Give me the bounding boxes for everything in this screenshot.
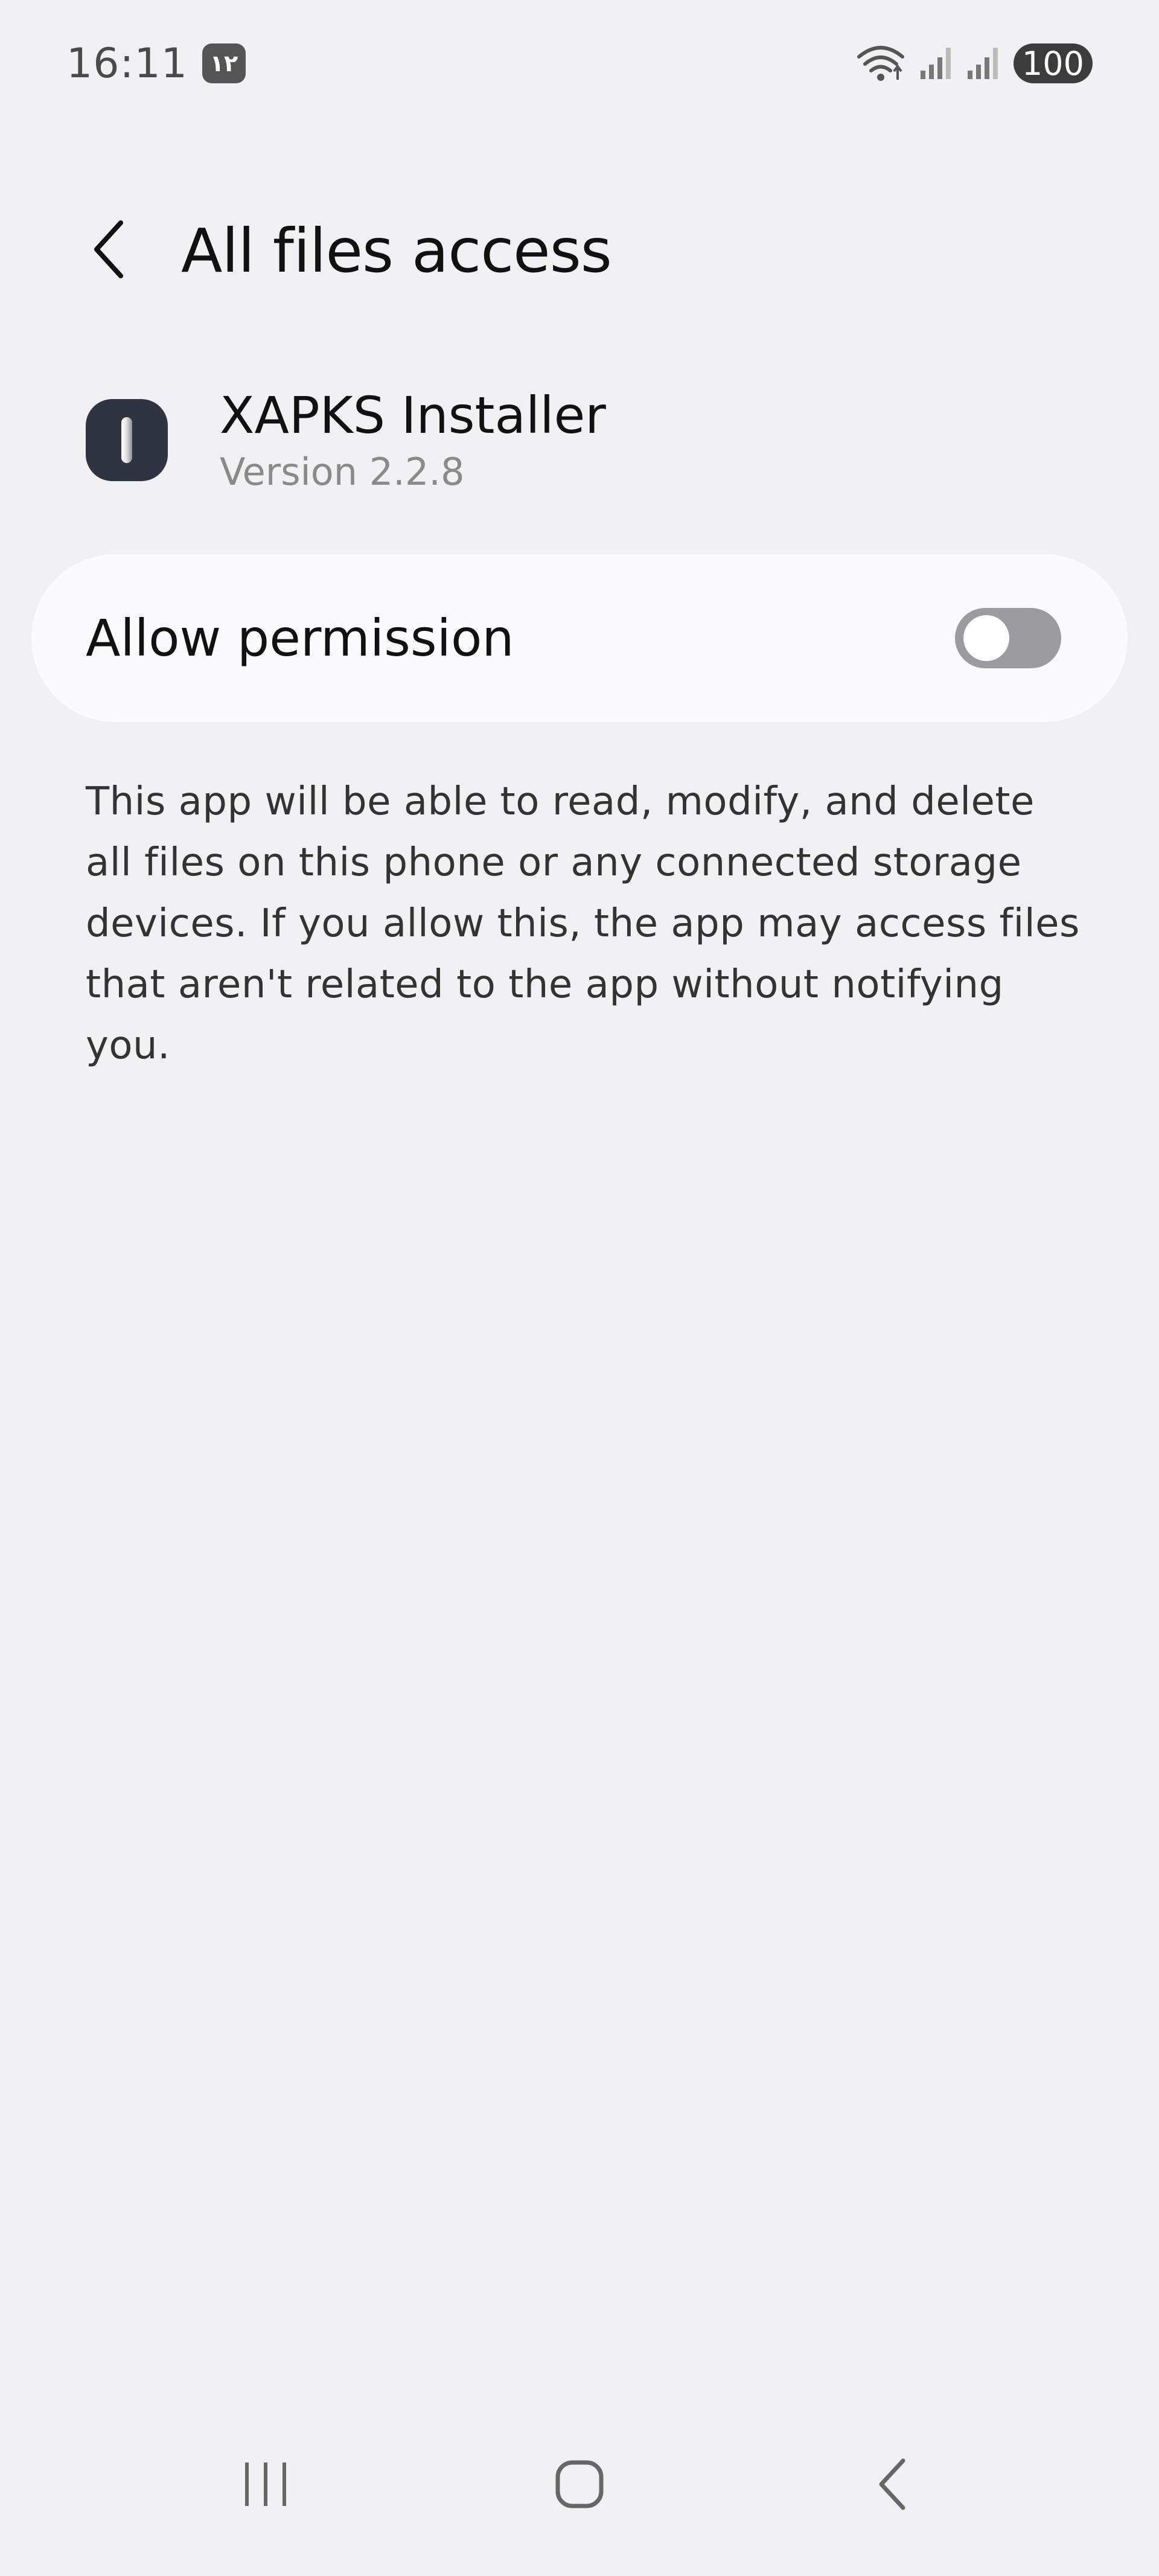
app-name: XAPKS Installer xyxy=(220,386,606,445)
app-text: XAPKS Installer Version 2.2.8 xyxy=(220,386,606,494)
home-button[interactable] xyxy=(543,2449,616,2522)
app-info: XAPKS Installer Version 2.2.8 xyxy=(86,386,606,494)
nav-back-button[interactable] xyxy=(857,2449,930,2522)
screen: 16:11 ۱۲ 100 All files access XAPKS Inst… xyxy=(0,0,1159,2576)
signal-icon-1 xyxy=(919,44,953,83)
permission-description: This app will be able to read, modify, a… xyxy=(86,779,1080,1068)
header: All files access xyxy=(78,199,612,302)
wifi-icon xyxy=(855,42,906,85)
home-icon xyxy=(554,2459,605,2512)
xapks-app-icon xyxy=(86,398,168,481)
app-version: Version 2.2.8 xyxy=(220,449,465,494)
permission-label: Allow permission xyxy=(86,609,514,668)
recents-button[interactable] xyxy=(229,2449,302,2522)
status-time: 16:11 xyxy=(66,39,188,88)
recents-icon xyxy=(241,2460,290,2511)
back-icon xyxy=(875,2457,912,2514)
toggle-knob xyxy=(963,615,1009,661)
status-left: 16:11 ۱۲ xyxy=(66,40,246,88)
status-right: 100 xyxy=(855,42,1093,85)
notification-badge: ۱۲ xyxy=(202,43,246,83)
chevron-left-icon xyxy=(91,219,127,282)
status-bar: 16:11 ۱۲ 100 xyxy=(66,36,1093,91)
allow-permission-row[interactable]: Allow permission xyxy=(31,554,1128,722)
signal-icon-2 xyxy=(966,44,1000,83)
page-title: All files access xyxy=(181,215,612,286)
permission-toggle[interactable] xyxy=(955,608,1061,668)
back-button[interactable] xyxy=(78,211,139,290)
navigation-bar xyxy=(0,2443,1159,2528)
battery-indicator: 100 xyxy=(1013,43,1093,83)
